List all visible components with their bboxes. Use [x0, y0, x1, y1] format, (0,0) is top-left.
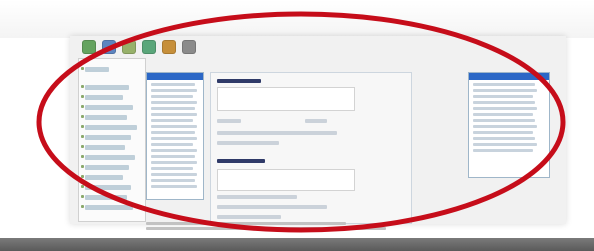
help-icon[interactable]	[182, 40, 196, 54]
section-title	[217, 79, 261, 83]
field-label	[305, 119, 327, 123]
tree-item[interactable]	[85, 175, 123, 180]
tree-node-icon	[81, 115, 84, 118]
list-item[interactable]	[473, 119, 535, 122]
tree-node-icon	[81, 155, 84, 158]
list-item[interactable]	[473, 143, 537, 146]
list-item[interactable]	[151, 107, 195, 110]
list-item[interactable]	[151, 149, 197, 152]
status-bar	[146, 222, 406, 230]
field-value	[217, 131, 337, 135]
tree-node-icon	[81, 105, 84, 108]
message-list[interactable]	[146, 72, 204, 200]
tree-item[interactable]	[85, 67, 109, 72]
status-text	[146, 227, 386, 230]
list-item[interactable]	[151, 179, 195, 182]
tools-icon[interactable]	[142, 40, 156, 54]
list-item[interactable]	[151, 101, 197, 104]
message-text-box[interactable]	[217, 87, 355, 111]
section-title	[217, 159, 265, 163]
secondary-list[interactable]	[468, 72, 550, 178]
list-item[interactable]	[151, 185, 197, 188]
tree-node-icon	[81, 125, 84, 128]
tree-node-icon	[81, 135, 84, 138]
tree-node-icon	[81, 165, 84, 168]
tree-item[interactable]	[85, 125, 137, 130]
status-text	[146, 222, 346, 225]
list-item[interactable]	[473, 113, 533, 116]
navigation-tree[interactable]	[78, 58, 146, 222]
list-item[interactable]	[151, 95, 193, 98]
list-item[interactable]	[473, 107, 537, 110]
tree-node-icon	[81, 85, 84, 88]
tree-item[interactable]	[85, 205, 133, 210]
list-item[interactable]	[151, 167, 193, 170]
field-label	[217, 119, 241, 123]
tree-item[interactable]	[85, 85, 129, 90]
tree-item[interactable]	[85, 195, 127, 200]
field-value	[217, 215, 281, 219]
list-item[interactable]	[151, 125, 197, 128]
list-item[interactable]	[473, 137, 535, 140]
list-item[interactable]	[151, 173, 197, 176]
tree-node-icon	[81, 145, 84, 148]
tree-root-icon	[81, 67, 84, 70]
list-item[interactable]	[151, 119, 193, 122]
field-value	[217, 141, 279, 145]
list-item[interactable]	[151, 137, 197, 140]
list-item[interactable]	[151, 89, 197, 92]
tree-item[interactable]	[85, 105, 133, 110]
tree-node-icon	[81, 185, 84, 188]
selected-list-item[interactable]	[469, 73, 549, 80]
application-window	[70, 36, 566, 230]
tree-item[interactable]	[85, 165, 129, 170]
tree-node-icon	[81, 205, 84, 208]
selected-list-item[interactable]	[147, 73, 203, 80]
tree-item[interactable]	[85, 185, 131, 190]
sheet-icon[interactable]	[122, 40, 136, 54]
monitor-icon[interactable]	[82, 40, 96, 54]
list-item[interactable]	[151, 143, 193, 146]
list-item[interactable]	[473, 101, 535, 104]
tree-item[interactable]	[85, 135, 131, 140]
list-item[interactable]	[473, 131, 533, 134]
footer-bar	[0, 238, 594, 251]
list-item[interactable]	[473, 125, 537, 128]
tree-item[interactable]	[85, 145, 125, 150]
list-item[interactable]	[151, 131, 195, 134]
field-value	[217, 195, 297, 199]
tree-node-icon	[81, 95, 84, 98]
tree-node-icon	[81, 195, 84, 198]
page-background	[0, 0, 594, 38]
field-value	[217, 205, 327, 209]
gear-icon[interactable]	[162, 40, 176, 54]
list-item[interactable]	[151, 113, 197, 116]
list-item[interactable]	[473, 95, 533, 98]
list-item[interactable]	[473, 89, 537, 92]
tree-item[interactable]	[85, 155, 135, 160]
tree-item[interactable]	[85, 95, 123, 100]
list-item[interactable]	[151, 155, 195, 158]
list-item[interactable]	[473, 83, 535, 86]
toolbar	[82, 38, 196, 56]
window-icon[interactable]	[102, 40, 116, 54]
description-text-box[interactable]	[217, 169, 355, 191]
tree-item[interactable]	[85, 115, 127, 120]
list-item[interactable]	[473, 149, 533, 152]
tree-node-icon	[81, 175, 84, 178]
list-item[interactable]	[151, 83, 195, 86]
message-details-panel	[210, 72, 412, 224]
list-item[interactable]	[151, 161, 197, 164]
